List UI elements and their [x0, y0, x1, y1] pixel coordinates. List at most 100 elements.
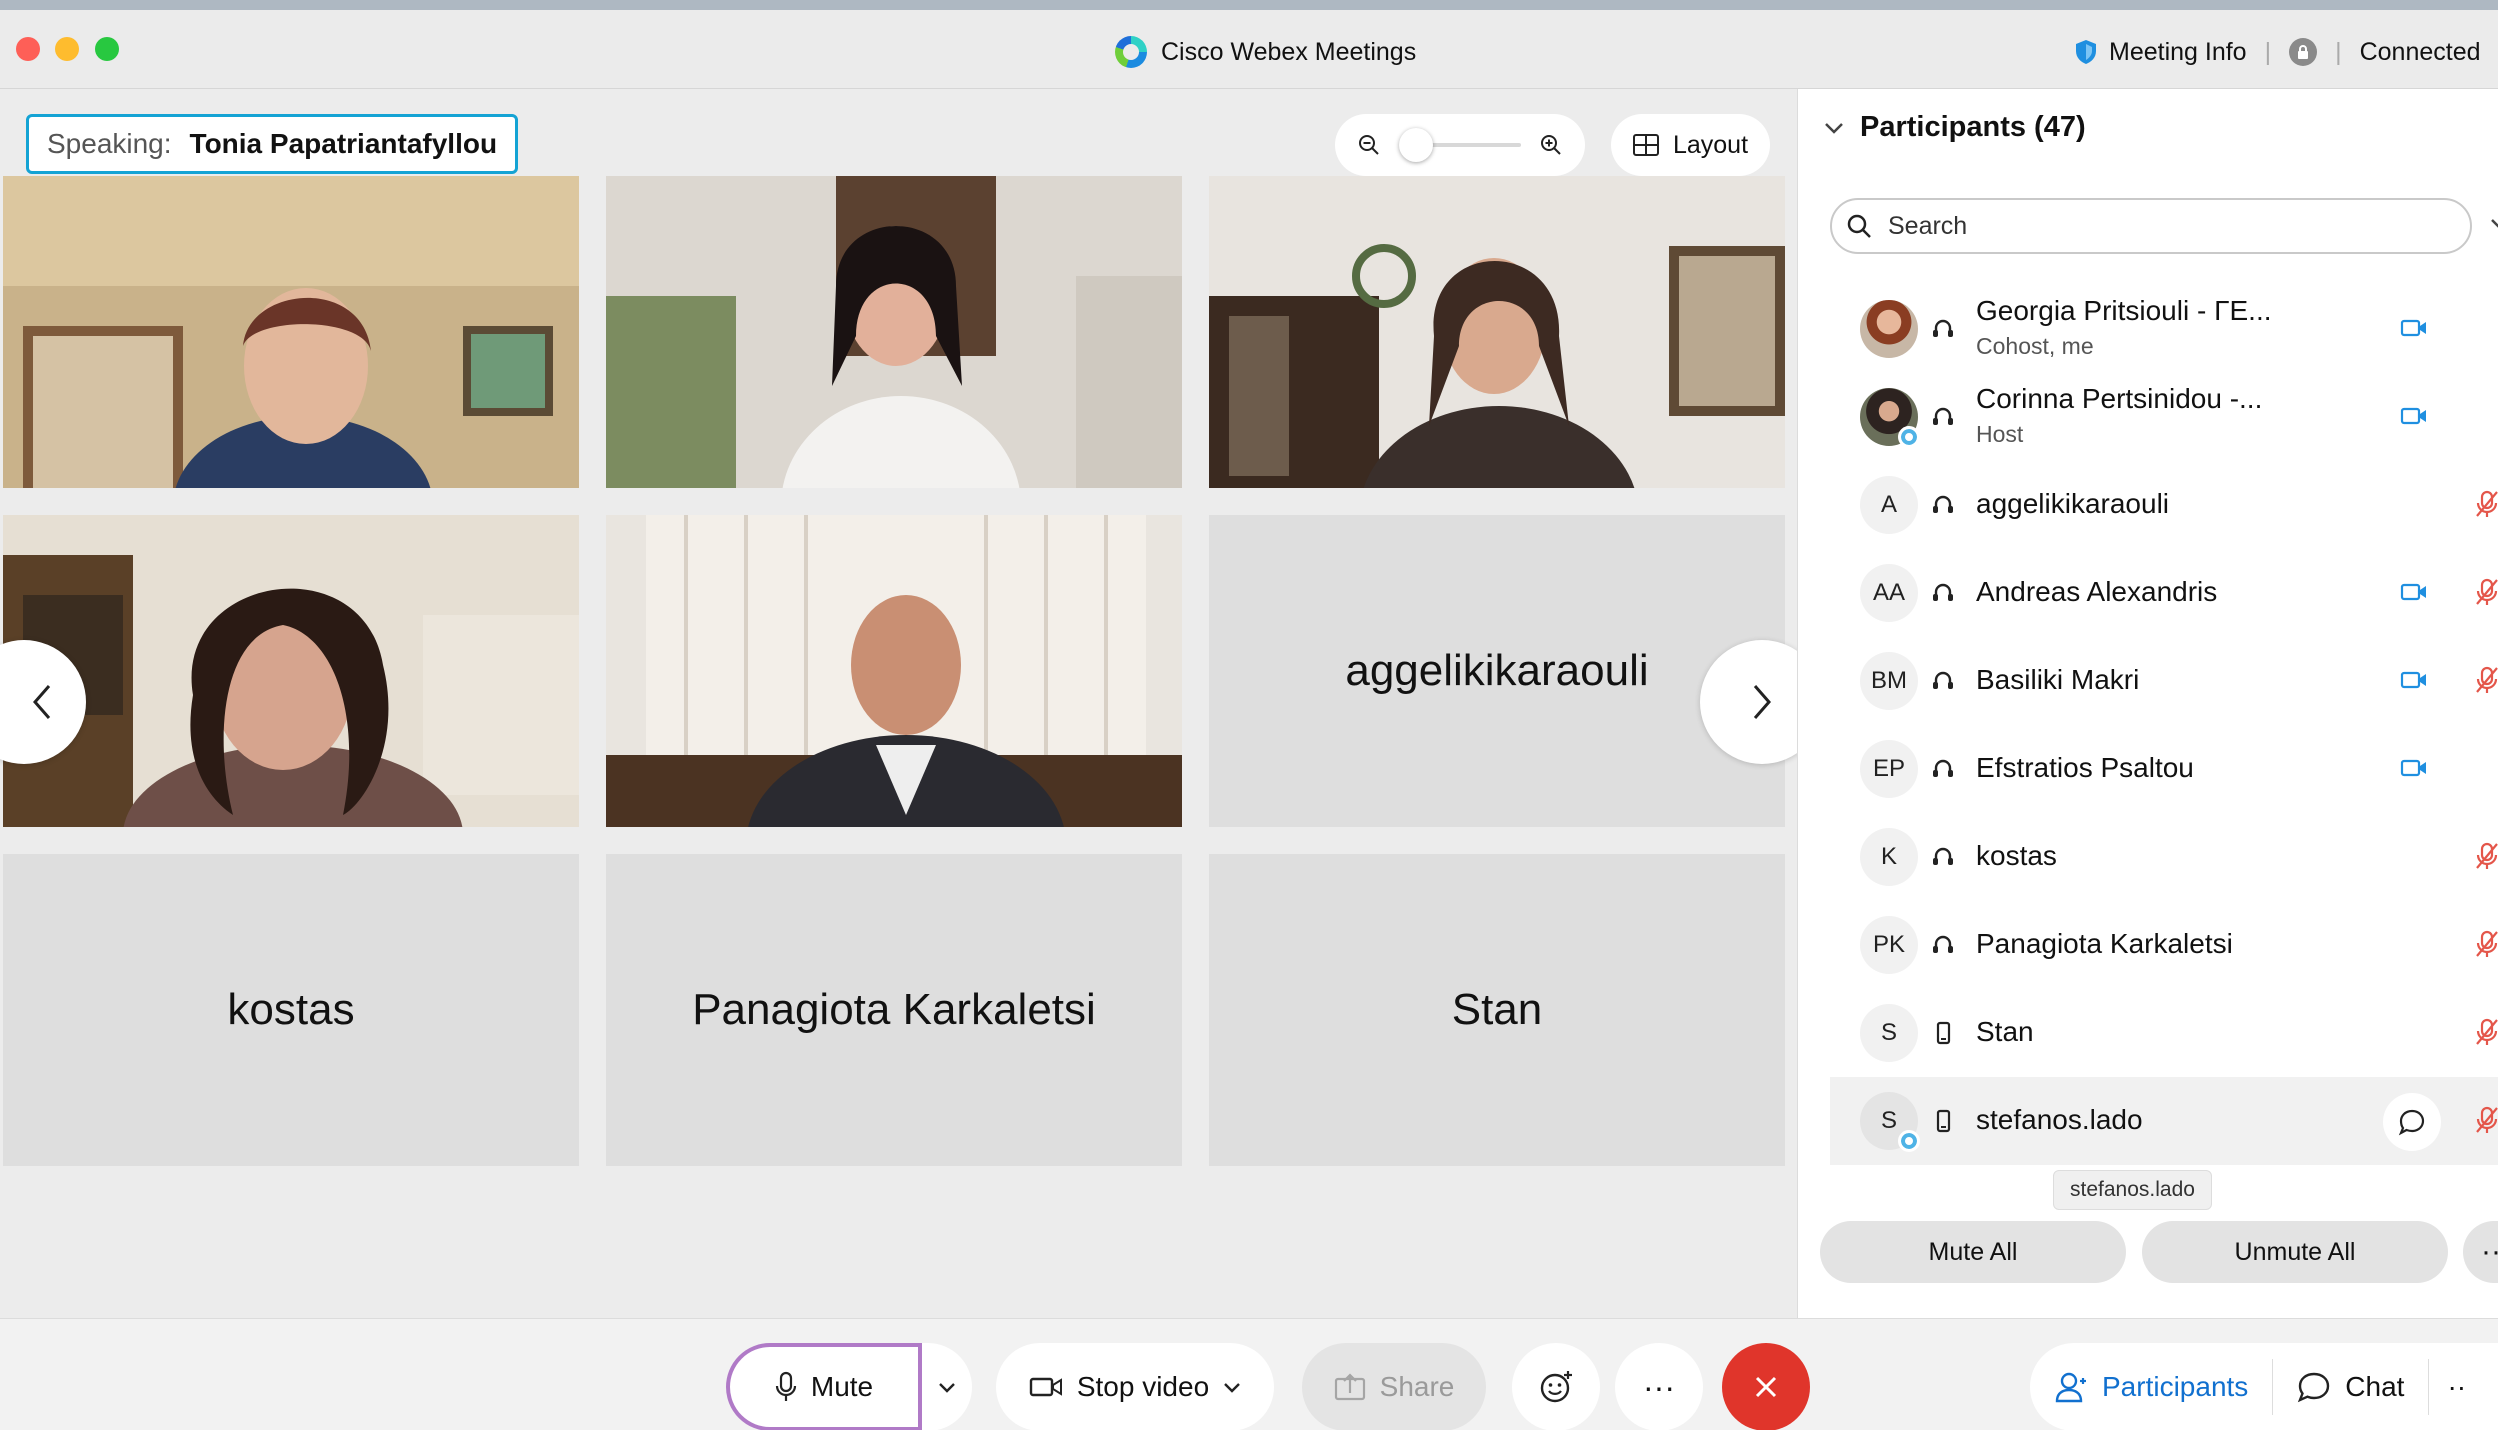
tile-name: Stan: [1451, 985, 1543, 1034]
name-tile-kostas[interactable]: kostas: [3, 854, 579, 1166]
participant-name: aggelikikaraouli: [1976, 488, 2170, 519]
zoom-window-button[interactable]: [95, 37, 119, 61]
video-tile-5[interactable]: [606, 515, 1182, 827]
participant-search-input[interactable]: Search: [1830, 198, 2472, 254]
phone-audio-icon: [1936, 1109, 1951, 1133]
participants-panel: Participants (47) Search Georgia Pritsio…: [1797, 89, 2498, 1318]
mute-all-button[interactable]: Mute All: [1820, 1221, 2126, 1283]
computer-audio-icon: [1933, 847, 1953, 865]
participant-row[interactable]: Georgia Pritsiouli - ΓΕ... Cohost, me: [1830, 285, 2498, 373]
participant-row[interactable]: PK Panagiota Karkaletsi: [1830, 901, 2498, 989]
title-separator: |: [2264, 37, 2272, 66]
participant-row[interactable]: BM Basiliki Makri: [1830, 637, 2498, 725]
meeting-info-button[interactable]: Meeting Info: [2109, 38, 2247, 67]
unmute-all-button[interactable]: Unmute All: [2142, 1221, 2448, 1283]
participant-row[interactable]: K kostas: [1830, 813, 2498, 901]
muted-mic-icon[interactable]: [2473, 1105, 2498, 1135]
zoom-slider-handle[interactable]: [1399, 128, 1433, 162]
webex-logo-icon: [1115, 36, 1147, 68]
participant-role: Cohost, me: [1976, 333, 2094, 359]
participant-list: Georgia Pritsiouli - ΓΕ... Cohost, me Co…: [1830, 285, 2498, 1177]
participant-row[interactable]: S Stan: [1830, 989, 2498, 1077]
avatar: K: [1860, 828, 1918, 886]
audio-options-dropdown[interactable]: [922, 1343, 972, 1430]
avatar: [1860, 388, 1920, 448]
zoom-out-icon[interactable]: [1357, 133, 1381, 157]
muted-mic-icon[interactable]: [2473, 841, 2498, 871]
video-on-icon: [2400, 319, 2426, 337]
chevron-down-icon: [1825, 122, 1843, 134]
leave-meeting-button[interactable]: [1722, 1343, 1810, 1430]
participant-name: kostas: [1976, 840, 2057, 871]
search-placeholder: Search: [1888, 211, 1968, 240]
share-label: Share: [1379, 1371, 1455, 1402]
muted-mic-icon[interactable]: [2473, 489, 2498, 519]
muted-mic-icon[interactable]: [2473, 929, 2498, 959]
video-tile-1[interactable]: [3, 176, 579, 488]
private-chat-button[interactable]: [2383, 1093, 2441, 1151]
share-screen-icon: [1334, 1373, 1365, 1401]
name-tile-stan[interactable]: Stan: [1209, 854, 1785, 1166]
chevron-left-icon: [33, 685, 51, 719]
computer-audio-icon: [1933, 759, 1953, 777]
participant-name: stefanos.lado: [1976, 1104, 2143, 1135]
participant-row[interactable]: EP Efstratios Psaltou: [1830, 725, 2498, 813]
participant-name: Efstratios Psaltou: [1976, 752, 2194, 783]
video-tile-2[interactable]: [606, 176, 1182, 488]
name-tile-panagiota[interactable]: Panagiota Karkaletsi: [606, 854, 1182, 1166]
name-tile-aggelikikaraouli[interactable]: aggelikikaraouli: [1209, 515, 1785, 827]
layout-grid-icon: [1632, 134, 1659, 156]
reactions-button[interactable]: [1512, 1343, 1600, 1430]
video-on-icon: [2400, 583, 2426, 601]
computer-audio-icon: [1933, 671, 1953, 689]
computer-audio-icon: [1933, 495, 1953, 513]
phone-audio-icon: [1936, 1021, 1951, 1045]
participant-name: Stan: [1976, 1016, 2034, 1047]
video-tile-4[interactable]: [3, 515, 579, 827]
participant-role: Host: [1976, 421, 2024, 447]
app-title-text: Cisco Webex Meetings: [1161, 37, 1417, 66]
participant-video: [3, 176, 579, 488]
chat-icon: [2298, 1372, 2330, 1403]
zoom-slider[interactable]: [1399, 128, 1521, 162]
emoji-reaction-icon: [1540, 1371, 1572, 1403]
participant-row[interactable]: S stefanos.lado: [1830, 1077, 2498, 1165]
layout-button[interactable]: Layout: [1611, 114, 1770, 176]
tab-chat[interactable]: Chat: [2273, 1343, 2428, 1430]
connection-status: Connected: [2359, 37, 2481, 66]
stop-video-button[interactable]: Stop video: [996, 1343, 1274, 1430]
muted-mic-icon[interactable]: [2473, 1017, 2498, 1047]
participant-name: Basiliki Makri: [1976, 664, 2140, 695]
tabs-more-button[interactable]: ··: [2429, 1343, 2484, 1430]
chevron-down-icon[interactable]: [1223, 1381, 1241, 1393]
chevron-right-icon: [1753, 685, 1771, 719]
avatar: A: [1860, 476, 1918, 534]
close-window-button[interactable]: [16, 37, 40, 61]
lock-icon[interactable]: [2289, 38, 2318, 66]
app-title: Cisco Webex Meetings: [1115, 35, 1416, 69]
tab-participants-label: Participants: [2102, 1371, 2249, 1402]
zoom-in-icon[interactable]: [1539, 133, 1563, 157]
tile-name: kostas: [227, 985, 355, 1034]
avatar: PK: [1860, 916, 1918, 974]
participant-row[interactable]: A aggelikikaraouli: [1830, 461, 2498, 549]
participant-row[interactable]: Corinna Pertsinidou -... Host: [1830, 373, 2498, 461]
chat-bubble-icon: [2398, 1109, 2425, 1136]
more-options-button[interactable]: ···: [1615, 1343, 1703, 1430]
share-button[interactable]: Share: [1302, 1343, 1486, 1430]
tab-chat-label: Chat: [2345, 1371, 2405, 1402]
muted-mic-icon[interactable]: [2473, 577, 2498, 607]
participant-tooltip: stefanos.lado: [2053, 1170, 2212, 1210]
participants-header[interactable]: Participants (47): [1824, 111, 2086, 144]
tab-participants[interactable]: Participants: [2030, 1343, 2272, 1430]
minimize-window-button[interactable]: [55, 37, 79, 61]
video-tile-3[interactable]: [1209, 176, 1785, 488]
active-speaker-indicator: Speaking: Tonia Papatriantafyllou: [26, 114, 519, 174]
sort-chevron-icon[interactable]: [2490, 217, 2498, 229]
mute-button[interactable]: Mute: [726, 1343, 922, 1430]
participant-row[interactable]: AA Andreas Alexandris: [1830, 549, 2498, 637]
chevron-down-icon: [939, 1383, 955, 1393]
computer-audio-icon: [1933, 407, 1953, 425]
muted-mic-icon[interactable]: [2473, 665, 2498, 695]
title-separator-2: |: [2335, 37, 2342, 66]
